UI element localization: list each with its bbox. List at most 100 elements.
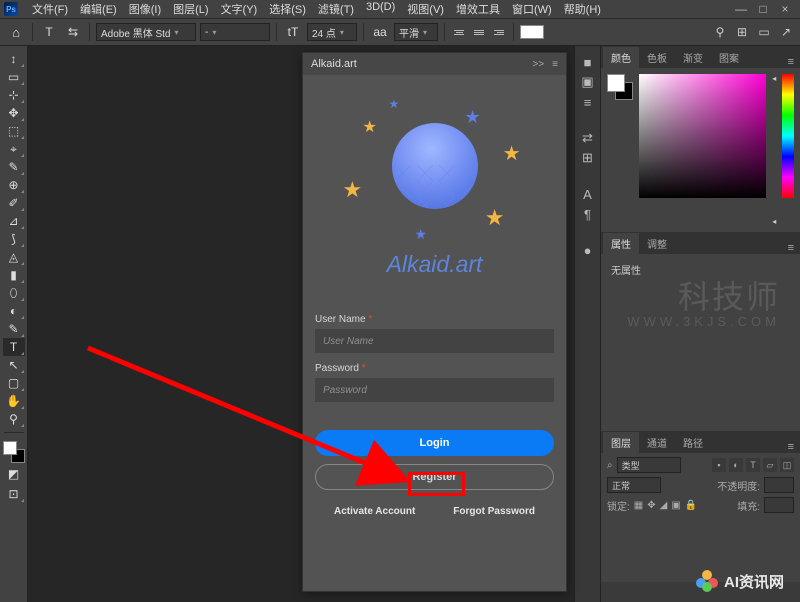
dock-icon[interactable]: ¶	[578, 204, 598, 224]
plugin-titlebar[interactable]: Alkaid.art >> ≡	[303, 53, 566, 75]
blend-mode-select[interactable]: 正常	[607, 477, 661, 493]
tool-button[interactable]: ⌖	[3, 140, 25, 158]
search-icon[interactable]: ⌕	[607, 460, 613, 471]
tool-button[interactable]: ◐	[3, 302, 25, 320]
search-icon[interactable]: ⚲	[712, 24, 728, 40]
password-input[interactable]	[315, 378, 554, 402]
lock-position-icon[interactable]: ✥	[647, 500, 655, 511]
tool-button[interactable]: ⬯	[3, 284, 25, 302]
tab-swatches[interactable]: 色板	[639, 47, 675, 68]
tab-color[interactable]: 颜色	[603, 47, 639, 68]
dock-icon[interactable]: ⊞	[578, 148, 598, 168]
text-color-swatch[interactable]	[520, 25, 544, 39]
dock-icon[interactable]: ▣	[578, 72, 598, 92]
dock-icon[interactable]: ●	[578, 240, 598, 260]
filter-pixel-icon[interactable]: ▪	[712, 458, 726, 472]
tab-paths[interactable]: 路径	[675, 432, 711, 453]
activate-account-link[interactable]: Activate Account	[334, 506, 415, 517]
tool-button[interactable]: ✎	[3, 320, 25, 338]
panel-options-icon[interactable]: ⊞	[734, 24, 750, 40]
share-icon[interactable]: ↗	[778, 24, 794, 40]
opacity-input[interactable]	[764, 477, 794, 493]
font-family-select[interactable]: Adobe 黑体 Std	[96, 23, 196, 41]
window-close[interactable]: ×	[774, 2, 796, 16]
swap-orientation-icon[interactable]: ⇆	[63, 23, 83, 41]
dock-icon[interactable]: A	[578, 184, 598, 204]
tool-button[interactable]: ▢	[3, 374, 25, 392]
tool-button[interactable]: ▭	[3, 68, 25, 86]
panel-menu-icon[interactable]: ≡	[782, 441, 800, 453]
menu-item[interactable]: 滤镜(T)	[312, 1, 360, 17]
register-button[interactable]: Register	[315, 464, 554, 490]
filter-adjust-icon[interactable]: ◐	[729, 458, 743, 472]
lock-all-icon[interactable]: ▦	[634, 500, 643, 511]
tool-button[interactable]: ⊹	[3, 86, 25, 104]
color-swatches[interactable]	[3, 441, 25, 463]
window-maximize[interactable]: □	[752, 2, 774, 16]
menu-item[interactable]: 帮助(H)	[558, 1, 607, 17]
filter-type-icon[interactable]: T	[746, 458, 760, 472]
lock-transparency-icon[interactable]: ▣	[671, 500, 680, 511]
menu-item[interactable]: 3D(D)	[360, 1, 401, 17]
window-minimize[interactable]: —	[730, 2, 752, 16]
tab-layers[interactable]: 图层	[603, 432, 639, 453]
screen-mode-icon[interactable]: ⊡	[3, 485, 25, 503]
tool-button[interactable]: ⟆	[3, 230, 25, 248]
tab-channels[interactable]: 通道	[639, 432, 675, 453]
filter-smart-icon[interactable]: ◫	[780, 458, 794, 472]
dock-icon[interactable]: ■	[578, 52, 598, 72]
menu-item[interactable]: 图像(I)	[123, 1, 167, 17]
tool-button[interactable]: ⬚	[3, 122, 25, 140]
panel-menu-icon[interactable]: ≡	[782, 242, 800, 254]
tool-button[interactable]: T	[3, 338, 25, 356]
filter-shape-icon[interactable]: ▱	[763, 458, 777, 472]
tab-properties[interactable]: 属性	[603, 233, 639, 254]
username-input[interactable]	[315, 329, 554, 353]
tool-button[interactable]: ✋	[3, 392, 25, 410]
tab-gradients[interactable]: 渐变	[675, 47, 711, 68]
menu-item[interactable]: 视图(V)	[401, 1, 450, 17]
forgot-password-link[interactable]: Forgot Password	[453, 506, 535, 517]
collapse-icon[interactable]: >>	[532, 59, 544, 70]
dock-icon[interactable]: ⇄	[578, 128, 598, 148]
menu-item[interactable]: 增效工具	[450, 1, 506, 17]
font-style-select[interactable]: -	[200, 23, 270, 41]
dock-icon[interactable]: ≡	[578, 92, 598, 112]
tool-button[interactable]: ↕	[3, 50, 25, 68]
menu-item[interactable]: 文字(Y)	[215, 1, 264, 17]
filter-type-select[interactable]: 类型	[617, 457, 681, 473]
lock-icon[interactable]: 🔒	[685, 500, 697, 511]
tab-patterns[interactable]: 图案	[711, 47, 747, 68]
tool-button[interactable]: ↖	[3, 356, 25, 374]
tool-button[interactable]: ⊿	[3, 212, 25, 230]
tool-button[interactable]: ▮	[3, 266, 25, 284]
tool-button[interactable]: ✎	[3, 158, 25, 176]
font-size-select[interactable]: 24 点	[307, 23, 357, 41]
align-left-icon[interactable]	[451, 24, 467, 40]
fill-input[interactable]	[764, 497, 794, 513]
antialias-select[interactable]: 平滑	[394, 23, 438, 41]
menu-item[interactable]: 图层(L)	[167, 1, 214, 17]
tool-button[interactable]: ◬	[3, 248, 25, 266]
color-picker-square[interactable]	[639, 74, 767, 198]
quick-mask-icon[interactable]: ◩	[3, 465, 25, 483]
hue-slider[interactable]	[782, 74, 794, 198]
menu-item[interactable]: 窗口(W)	[506, 1, 558, 17]
home-button[interactable]: ⌂	[6, 23, 26, 41]
tool-button[interactable]: ✐	[3, 194, 25, 212]
login-button[interactable]: Login	[315, 430, 554, 456]
menu-item[interactable]: 编辑(E)	[74, 1, 123, 17]
3d-icon[interactable]: ▭	[756, 24, 772, 40]
panel-menu-icon[interactable]: ≡	[552, 59, 558, 70]
align-right-icon[interactable]	[491, 24, 507, 40]
align-center-icon[interactable]	[471, 24, 487, 40]
panel-menu-icon[interactable]: ≡	[782, 56, 800, 68]
tool-button[interactable]: ⊕	[3, 176, 25, 194]
tab-adjustments[interactable]: 调整	[639, 233, 675, 254]
tool-button[interactable]: ✥	[3, 104, 25, 122]
lock-pixels-icon[interactable]: ◢	[660, 500, 668, 511]
tool-button[interactable]: ⚲	[3, 410, 25, 428]
menu-item[interactable]: 文件(F)	[26, 1, 74, 17]
menu-item[interactable]: 选择(S)	[263, 1, 312, 17]
color-fg-bg-swatch[interactable]	[607, 74, 633, 100]
